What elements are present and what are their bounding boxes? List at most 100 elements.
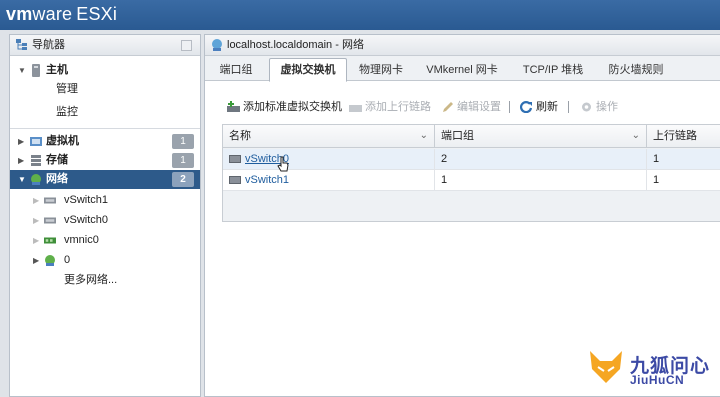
expand-arrow-icon[interactable]: ▶ — [33, 211, 39, 230]
collapse-panel-button[interactable] — [181, 40, 192, 51]
vswitch-icon — [44, 217, 56, 224]
expand-arrow-icon[interactable]: ▼ — [18, 61, 26, 80]
row-name-cell: vSwitch1 — [223, 170, 435, 190]
nav-host[interactable]: ▼ 主机 — [10, 61, 200, 80]
vswitch-icon — [44, 197, 56, 204]
table-header: 名称 ⌄ 端口组 ⌄ 上行链路 — [223, 125, 720, 148]
port-group-icon — [45, 255, 55, 266]
vswitch-icon — [229, 155, 241, 164]
nav-port-group-0[interactable]: ▶ 0 — [10, 251, 200, 270]
add-uplink-icon — [349, 105, 362, 112]
chevron-down-icon[interactable]: ⌄ — [420, 125, 428, 147]
nav-vmnic0[interactable]: ▶ vmnic0 — [10, 231, 200, 250]
toolbar-divider — [568, 101, 569, 113]
network-icon — [212, 39, 222, 51]
tab-vmkernel-nics[interactable]: VMkernel 网卡 — [417, 60, 507, 80]
table-row[interactable]: vSwitch1 1 1 — [223, 170, 720, 191]
tab-bar: 端口组 虚拟交换机 物理网卡 VMkernel 网卡 TCP/IP 堆栈 防火墙… — [205, 56, 720, 82]
fox-logo-icon — [590, 351, 622, 383]
nav-manage-label: 管理 — [56, 83, 78, 95]
refresh-label: 刷新 — [536, 101, 558, 113]
chevron-down-icon[interactable]: ⌄ — [632, 125, 640, 147]
hand-cursor-icon — [277, 156, 289, 172]
main-panel: localhost.localdomain - 网络 端口组 虚拟交换机 物理网… — [204, 34, 720, 397]
vm-icon — [30, 137, 42, 146]
tab-port-groups[interactable]: 端口组 — [211, 60, 261, 80]
navigator-header: 导航器 — [10, 35, 200, 56]
pencil-icon — [443, 102, 453, 112]
expand-arrow-icon[interactable]: ▶ — [18, 151, 24, 170]
actions-button[interactable]: 操作 — [580, 97, 622, 117]
add-switch-icon — [227, 101, 240, 112]
add-uplink-button[interactable]: 添加上行链路 — [349, 97, 435, 117]
storage-icon — [31, 155, 41, 166]
navigator-title: 导航器 — [32, 39, 65, 51]
refresh-button[interactable]: 刷新 — [520, 97, 560, 117]
vms-count-badge: 1 — [172, 134, 194, 149]
refresh-icon — [520, 101, 533, 113]
nav-host-label: 主机 — [46, 64, 68, 76]
nav-vms[interactable]: ▶ 虚拟机 1 — [10, 132, 200, 151]
edit-settings-button[interactable]: 编辑设置 — [441, 97, 503, 117]
nav-more-networks[interactable]: 更多网络... — [10, 271, 200, 290]
expand-arrow-icon[interactable]: ▶ — [18, 132, 24, 151]
storage-count-badge: 1 — [172, 153, 194, 168]
expand-arrow-icon[interactable]: ▶ — [33, 231, 39, 250]
more-networks-label: 更多网络... — [64, 274, 118, 286]
tab-virtual-switches[interactable]: 虚拟交换机 — [269, 58, 347, 82]
tab-tcpip-stacks[interactable]: TCP/IP 堆栈 — [515, 60, 591, 80]
page-title: localhost.localdomain - 网络 — [227, 39, 364, 51]
nav-host-manage[interactable]: 管理 — [10, 80, 200, 99]
toolbar-divider — [509, 101, 510, 113]
nav-divider — [10, 128, 200, 129]
navigator-panel: 导航器 ▼ 主机 管理 监控 ▶ 虚拟机 1 ▶ 存储 1 ▼ 网络 2 ▶ v… — [9, 34, 201, 397]
column-header-name[interactable]: 名称 ⌄ — [223, 125, 435, 147]
nav-port-group-label: 0 — [64, 254, 71, 266]
expand-arrow-icon[interactable]: ▼ — [18, 170, 26, 189]
expand-arrow-icon[interactable]: ▶ — [33, 251, 39, 270]
tab-physical-nics[interactable]: 物理网卡 — [353, 60, 409, 80]
row-port-groups-cell: 1 — [435, 170, 647, 190]
toolbar: 添加标准虚拟交换机 添加上行链路 编辑设置 刷新 操作 — [205, 97, 720, 117]
gear-icon — [582, 102, 591, 112]
row-uplinks-cell: 1 — [647, 170, 720, 190]
tab-firewall-rules[interactable]: 防火墙规则 — [599, 60, 673, 80]
nav-network[interactable]: ▼ 网络 2 — [10, 170, 200, 189]
nav-vswitch1-label: vSwitch1 — [64, 194, 109, 206]
navigator-icon — [16, 39, 27, 50]
network-count-badge: 2 — [172, 172, 194, 187]
column-uplinks-label: 上行链路 — [653, 130, 697, 142]
vmware-esxi-logo: vmware ESXi — [6, 4, 118, 24]
row-port-groups-cell: 2 — [435, 149, 647, 169]
nav-vms-label: 虚拟机 — [46, 135, 79, 147]
row-uplinks-cell: 1 — [647, 149, 720, 169]
nav-storage-label: 存储 — [46, 154, 68, 166]
edit-settings-label: 编辑设置 — [457, 101, 501, 113]
nav-vmnic0-label: vmnic0 — [64, 234, 99, 246]
add-standard-vswitch-button[interactable]: 添加标准虚拟交换机 — [227, 97, 343, 117]
row-name-cell: vSwitch0 — [223, 149, 435, 169]
main-header: localhost.localdomain - 网络 — [205, 35, 720, 56]
nic-icon — [44, 237, 56, 244]
network-icon — [31, 174, 41, 185]
top-bar: vmware ESXi — [0, 0, 720, 30]
vswitch1-link[interactable]: vSwitch1 — [245, 174, 289, 186]
column-port-groups-label: 端口组 — [441, 130, 474, 142]
watermark: 九狐问心 JiuHuCN — [586, 345, 716, 391]
actions-label: 操作 — [596, 101, 618, 113]
column-name-label: 名称 — [229, 130, 251, 142]
nav-vswitch0[interactable]: ▶ vSwitch0 — [10, 211, 200, 230]
nav-monitor-label: 监控 — [56, 106, 78, 118]
nav-vswitch0-label: vSwitch0 — [64, 214, 109, 226]
host-icon — [32, 64, 40, 77]
expand-arrow-icon[interactable]: ▶ — [33, 191, 39, 210]
watermark-en: JiuHuCN — [630, 373, 685, 387]
nav-host-monitor[interactable]: 监控 — [10, 103, 200, 122]
vswitch-icon — [229, 176, 241, 185]
add-uplink-label: 添加上行链路 — [365, 101, 431, 113]
column-header-uplinks[interactable]: 上行链路 — [647, 125, 720, 147]
table-row[interactable]: vSwitch0 2 1 — [223, 149, 720, 170]
nav-vswitch1[interactable]: ▶ vSwitch1 — [10, 191, 200, 210]
column-header-port-groups[interactable]: 端口组 ⌄ — [435, 125, 647, 147]
nav-storage[interactable]: ▶ 存储 1 — [10, 151, 200, 170]
